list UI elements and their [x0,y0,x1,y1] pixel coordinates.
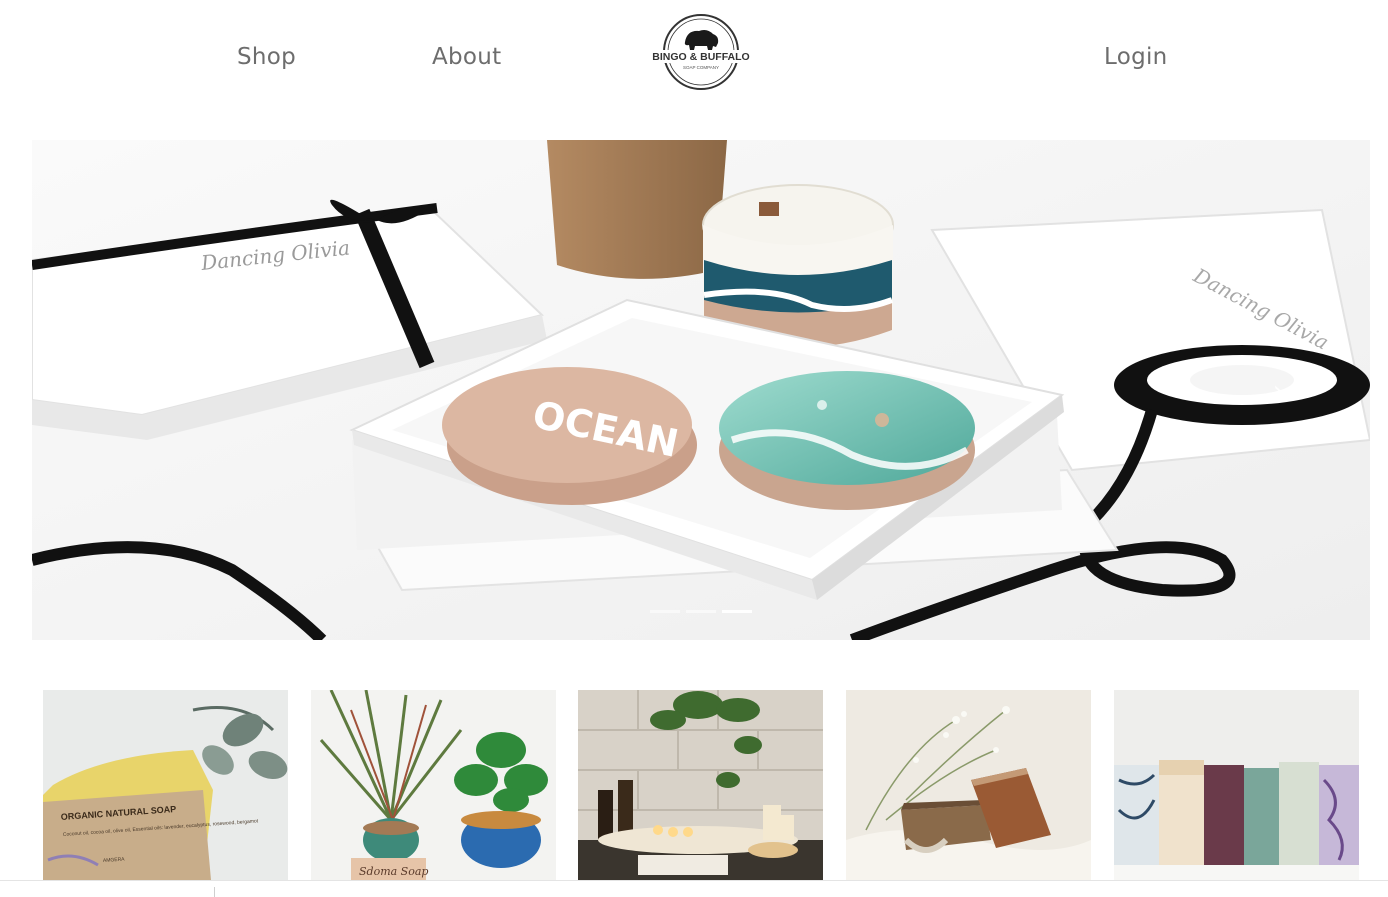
chevron-right-icon[interactable]: › [1263,376,1293,406]
carousel-indicator-1[interactable] [650,610,680,613]
carousel-indicator-2[interactable] [686,610,716,613]
product-thumbnail-1[interactable]: ORGANIC NATURAL SOAP Coconut oil, cocoa … [43,690,288,880]
nav-login-link[interactable]: Login [1104,44,1168,70]
buffalo-icon [684,30,719,50]
nav-shop-link[interactable]: Shop [237,44,296,70]
hero-carousel[interactable]: Dancing Olivia Dancing Olivia OCEAN ‹ › [32,140,1370,640]
bottom-bar [0,880,1388,897]
product-thumbnail-3[interactable] [578,690,823,880]
chevron-left-icon[interactable]: ‹ [126,376,156,406]
carousel-indicators [650,610,752,613]
logo-brand-line1: BINGO & BUFFALO [652,51,749,63]
product-thumbnail-4[interactable] [846,690,1091,880]
logo-brand-line2: SOAP COMPANY [683,65,719,70]
carousel-indicator-3[interactable] [722,610,752,613]
bottom-bar-divider [214,887,215,897]
hero-slide-image: Dancing Olivia Dancing Olivia OCEAN [32,140,1370,640]
top-navigation: Shop About BINGO & BUFFALO SOAP COMPANY … [0,0,1388,120]
product-thumbnail-2[interactable]: Sdoma Soap [311,690,556,880]
brand-logo[interactable]: BINGO & BUFFALO SOAP COMPANY [647,12,755,92]
nav-about-link[interactable]: About [432,44,502,70]
product-thumbnail-5[interactable] [1114,690,1359,880]
product-label-text: Sdoma Soap [359,865,428,878]
